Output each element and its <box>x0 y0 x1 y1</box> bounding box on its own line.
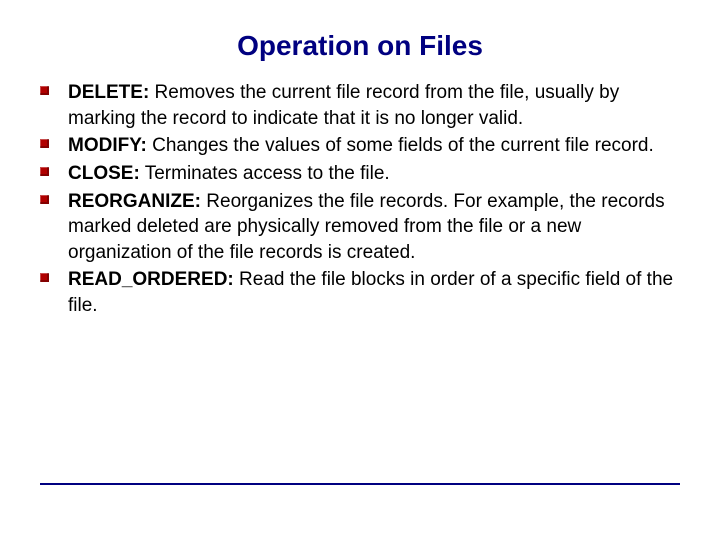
slide-title: Operation on Files <box>0 0 720 80</box>
list-item: MODIFY: Changes the values of some field… <box>40 133 690 159</box>
list-item: REORGANIZE: Reorganizes the file records… <box>40 189 690 266</box>
bullet-list: DELETE: Removes the current file record … <box>40 80 690 319</box>
term: REORGANIZE: <box>68 191 201 212</box>
desc: Changes the values of some fields of the… <box>147 135 654 156</box>
list-item: DELETE: Removes the current file record … <box>40 80 690 131</box>
slide-content: DELETE: Removes the current file record … <box>0 80 720 319</box>
list-item: READ_ORDERED: Read the file blocks in or… <box>40 267 690 318</box>
term: MODIFY: <box>68 135 147 156</box>
term: CLOSE: <box>68 163 140 184</box>
desc: Terminates access to the file. <box>140 163 390 184</box>
divider <box>40 483 680 485</box>
term: DELETE: <box>68 82 149 103</box>
slide: Operation on Files DELETE: Removes the c… <box>0 0 720 540</box>
term: READ_ORDERED: <box>68 269 234 290</box>
list-item: CLOSE: Terminates access to the file. <box>40 161 690 187</box>
desc: Removes the current file record from the… <box>68 82 619 129</box>
